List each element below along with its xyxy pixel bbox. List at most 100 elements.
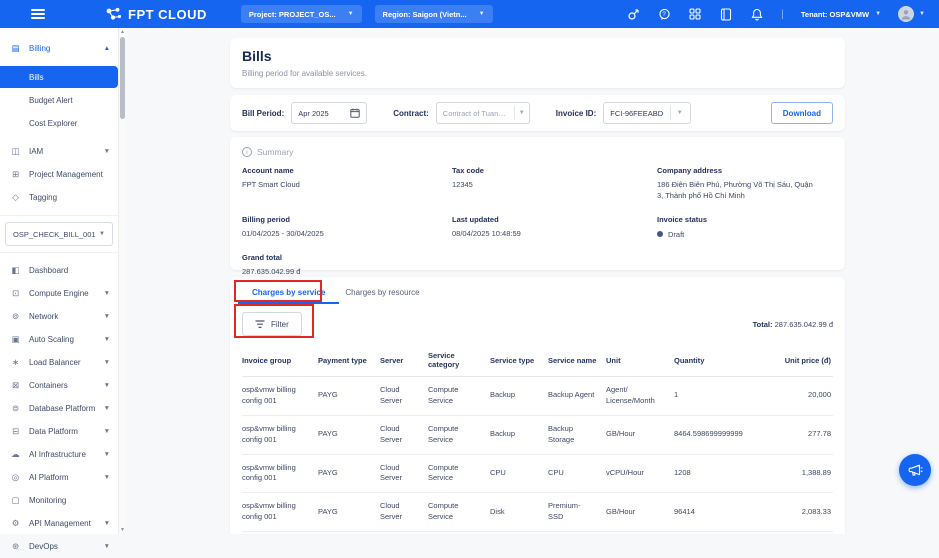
page-subtitle: Billing period for available services. bbox=[242, 69, 833, 78]
table-row[interactable]: osp&vmw billing config 001PAYG Cloud Ser… bbox=[242, 493, 833, 532]
ai-platform-icon bbox=[10, 472, 21, 483]
sidebar-item-tagging[interactable]: Tagging bbox=[0, 186, 118, 209]
iam-icon bbox=[10, 146, 21, 157]
charges-tabs: Charges by service Charges by resource bbox=[242, 277, 833, 303]
top-header-bar: FPT CLOUD Project: PROJECT_OS... ▼ Regio… bbox=[0, 0, 939, 28]
sidebar-item-bills[interactable]: Bills bbox=[0, 66, 118, 88]
summary-title: Summary bbox=[257, 147, 293, 157]
table-row[interactable]: osp&vmw billing config 001PAYG Cloud Ser… bbox=[242, 377, 833, 416]
user-menu[interactable]: ▼ bbox=[898, 6, 925, 22]
network-icon bbox=[10, 311, 21, 322]
info-icon: i bbox=[242, 147, 252, 157]
feedback-megaphone-button[interactable] bbox=[899, 454, 931, 486]
contract-select[interactable]: Contract of Tuannn52.. ▼ bbox=[436, 102, 530, 124]
bill-period-label: Bill Period: bbox=[242, 109, 284, 118]
load-balancer-icon bbox=[10, 357, 21, 368]
sidebar-item-devops[interactable]: DevOps ▼ bbox=[0, 535, 118, 558]
apps-grid-icon[interactable] bbox=[688, 7, 702, 21]
sidebar-item-containers[interactable]: Containers ▼ bbox=[0, 374, 118, 397]
sidebar-item-label: Data Platform bbox=[29, 427, 104, 436]
sidebar-item-network[interactable]: Network ▼ bbox=[0, 305, 118, 328]
docs-icon[interactable] bbox=[719, 7, 733, 21]
table-row[interactable]: osp&vmw billing config 001PAYG Cloud Ser… bbox=[242, 454, 833, 493]
chevron-down-icon: ▼ bbox=[104, 474, 110, 481]
fpt-cloud-logo: FPT CLOUD bbox=[105, 7, 207, 22]
chevron-down-icon: ▼ bbox=[104, 290, 110, 297]
filter-button[interactable]: Filter bbox=[242, 312, 302, 336]
sidebar-item-iam[interactable]: IAM ▼ bbox=[0, 140, 118, 163]
chevron-down-icon: ▼ bbox=[515, 110, 529, 116]
database-icon bbox=[10, 403, 21, 414]
sidebar-item-label: Network bbox=[29, 312, 104, 321]
project-management-icon bbox=[10, 169, 21, 180]
region-selector[interactable]: Region: Saigon (Vietn... ▼ bbox=[375, 5, 493, 23]
project-selector[interactable]: Project: PROJECT_OS... ▼ bbox=[241, 5, 362, 23]
chevron-down-icon: ▼ bbox=[104, 382, 110, 389]
tab-charges-by-resource[interactable]: Charges by resource bbox=[335, 283, 429, 303]
support-chat-icon[interactable]: ? bbox=[657, 7, 671, 21]
hamburger-menu-icon[interactable] bbox=[31, 9, 45, 19]
table-row[interactable]: osp&vmw billing config 001PAYG Cloud Ser… bbox=[242, 415, 833, 454]
summary-field-last-updated: Last updated 08/04/2025 10:48:59 bbox=[452, 215, 657, 240]
summary-field-billing-period: Billing period 01/04/2025 - 30/04/2025 bbox=[242, 215, 452, 240]
sidebar-item-cost-explorer[interactable]: Cost Explorer bbox=[0, 112, 118, 134]
tab-charges-by-service[interactable]: Charges by service bbox=[242, 283, 335, 303]
containers-icon bbox=[10, 380, 21, 391]
page-title: Bills bbox=[242, 48, 833, 64]
chevron-down-icon: ▼ bbox=[671, 110, 688, 116]
sidebar-item-budget-alert[interactable]: Budget Alert bbox=[0, 89, 118, 111]
charges-table: Invoice group Payment type Server Servic… bbox=[242, 344, 833, 534]
scroll-up-arrow-icon[interactable]: ▲ bbox=[119, 28, 126, 36]
sidebar-item-dashboard[interactable]: Dashboard bbox=[0, 259, 118, 282]
key-icon[interactable] bbox=[626, 7, 640, 21]
sidebar-item-label: AI Infrastructure bbox=[29, 450, 104, 459]
charges-card: Charges by service Charges by resource F… bbox=[230, 277, 845, 534]
bill-period-value[interactable] bbox=[298, 109, 350, 118]
calendar-icon[interactable] bbox=[350, 108, 360, 118]
project-selector-label: Project: PROJECT_OS... bbox=[249, 10, 336, 19]
billing-scope-select[interactable]: OSP_CHECK_BILL_001 ▼ bbox=[5, 222, 113, 246]
dashboard-icon bbox=[10, 265, 21, 276]
sidebar-item-billing[interactable]: Billing ▲ bbox=[0, 37, 118, 60]
gear-icon bbox=[10, 518, 21, 529]
devops-icon bbox=[10, 541, 21, 552]
chevron-down-icon: ▼ bbox=[104, 520, 110, 527]
scroll-down-arrow-icon[interactable]: ▼ bbox=[119, 526, 126, 534]
chevron-down-icon: ▼ bbox=[348, 11, 354, 17]
scope-select-value: OSP_CHECK_BILL_001 bbox=[13, 230, 99, 239]
summary-field-company-address: Company address 186 Điện Biên Phủ, Phườn… bbox=[657, 166, 833, 202]
sidebar-item-label: Bills bbox=[29, 73, 44, 82]
sidebar-item-api-management[interactable]: API Management ▼ bbox=[0, 512, 118, 535]
divider bbox=[0, 215, 118, 216]
sidebar-item-load-balancer[interactable]: Load Balancer ▼ bbox=[0, 351, 118, 374]
scrollbar-thumb[interactable] bbox=[120, 37, 125, 119]
sidebar-item-label: IAM bbox=[29, 147, 104, 156]
sidebar-item-project-management[interactable]: Project Management bbox=[0, 163, 118, 186]
sidebar-item-label: API Management bbox=[29, 519, 104, 528]
tagging-icon bbox=[10, 192, 21, 203]
sidebar-item-ai-infrastructure[interactable]: AI Infrastructure ▼ bbox=[0, 443, 118, 466]
tenant-selector[interactable]: Tenant: OSP&VMW ▼ bbox=[801, 10, 881, 19]
logo-text: FPT CLOUD bbox=[128, 7, 207, 22]
sidebar-item-compute-engine[interactable]: Compute Engine ▼ bbox=[0, 282, 118, 305]
summary-field-account-name: Account name FPT Smart Cloud bbox=[242, 166, 452, 202]
sidebar-item-database-platform[interactable]: Database Platform ▼ bbox=[0, 397, 118, 420]
page-header-card: Bills Billing period for available servi… bbox=[230, 38, 845, 88]
sidebar-scrollbar[interactable]: ▲ ▼ bbox=[118, 28, 125, 534]
sidebar-item-monitoring[interactable]: Monitoring bbox=[0, 489, 118, 512]
sidebar-item-auto-scaling[interactable]: Auto Scaling ▼ bbox=[0, 328, 118, 351]
main-content: Bills Billing period for available servi… bbox=[125, 28, 939, 534]
sidebar-item-ai-platform[interactable]: AI Platform ▼ bbox=[0, 466, 118, 489]
tenant-label: Tenant: OSP&VMW bbox=[801, 10, 869, 19]
megaphone-icon bbox=[908, 463, 923, 477]
chevron-down-icon: ▼ bbox=[104, 451, 110, 458]
sidebar-item-data-platform[interactable]: Data Platform ▼ bbox=[0, 420, 118, 443]
invoice-id-select[interactable]: FCI-96FEEABD ▼ bbox=[603, 102, 691, 124]
chevron-down-icon: ▼ bbox=[99, 231, 105, 237]
bell-icon[interactable] bbox=[750, 7, 764, 21]
svg-text:?: ? bbox=[662, 12, 666, 18]
bill-period-input[interactable] bbox=[291, 102, 367, 124]
download-button[interactable]: Download bbox=[771, 102, 833, 124]
total-line: Total: 287.635.042.99 đ bbox=[753, 320, 833, 329]
invoice-id-value: FCI-96FEEABD bbox=[610, 109, 663, 118]
